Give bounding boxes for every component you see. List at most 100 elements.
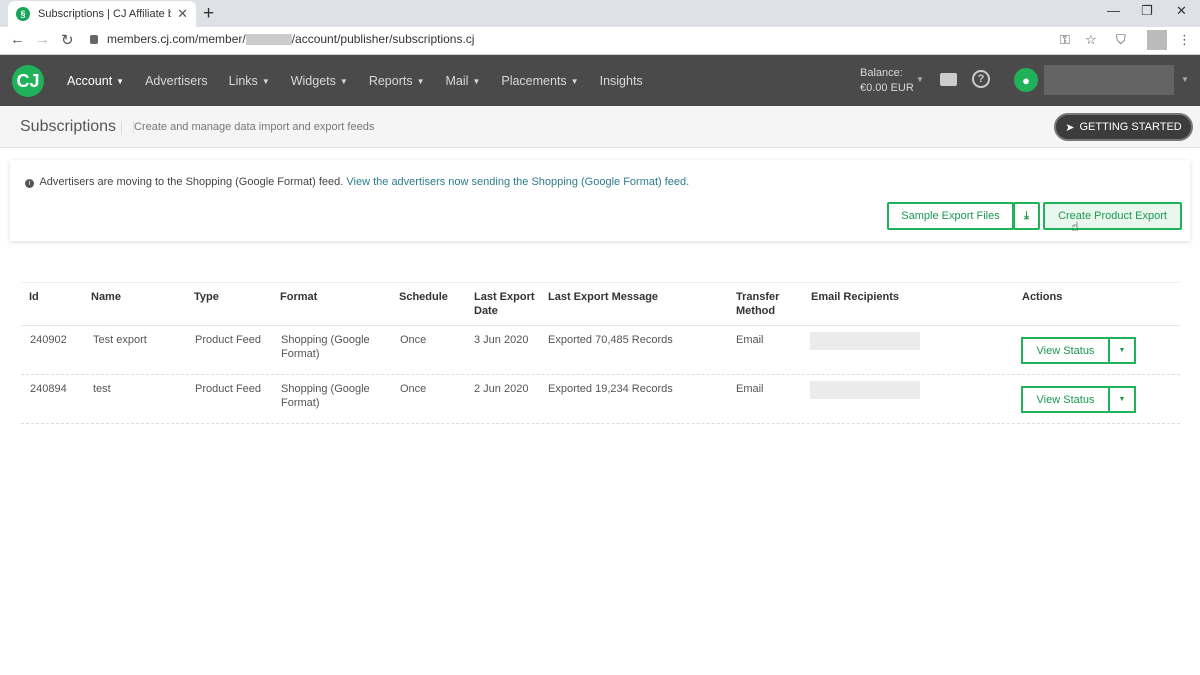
cell-message: Exported 19,234 Records: [548, 383, 673, 395]
balance-value: €0.00 EUR: [860, 82, 914, 94]
download-button[interactable]: ⤓: [1013, 202, 1040, 230]
balance-label: Balance:: [860, 67, 903, 79]
new-tab-icon[interactable]: +: [203, 3, 214, 25]
sample-export-files-button[interactable]: Sample Export Files: [887, 202, 1014, 230]
back-icon[interactable]: ←: [10, 31, 25, 48]
menu-mail-label: Mail: [445, 73, 469, 88]
cell-name: test: [93, 383, 111, 395]
redacted-email: [810, 332, 920, 350]
star-icon[interactable]: ☆: [1085, 32, 1097, 48]
table-header: Id Name Type Format Schedule Last Export…: [21, 282, 1180, 326]
profile-avatar[interactable]: [1147, 30, 1167, 50]
actions-dropdown-icon[interactable]: ▼: [1110, 386, 1136, 413]
cell-type: Product Feed: [195, 334, 262, 346]
cj-favicon-icon: §: [16, 7, 30, 21]
cell-format: Shopping (Google Format): [281, 383, 370, 409]
mouse-cursor-icon: ☝: [1071, 219, 1079, 234]
menu-widgets-label: Widgets: [290, 73, 336, 88]
col-schedule: Schedule: [399, 291, 448, 303]
redacted-email: [810, 381, 920, 399]
kebab-menu-icon[interactable]: ⋮: [1178, 32, 1191, 48]
browser-tabstrip: § Subscriptions | CJ Affiliate by Con ✕ …: [0, 0, 1200, 27]
balance-caret-icon[interactable]: ▼: [916, 75, 924, 84]
menu-placements-label: Placements: [501, 73, 567, 88]
mail-icon[interactable]: [940, 73, 957, 86]
minimize-icon[interactable]: —: [1107, 3, 1120, 18]
user-icon[interactable]: ●: [1014, 68, 1038, 92]
menu-advertisers-label: Advertisers: [145, 73, 208, 88]
menu-reports-label: Reports: [368, 73, 413, 88]
col-type: Type: [194, 291, 219, 303]
main-menu: Account ▼ Advertisers Links ▼ Widgets ▼ Rep…: [67, 55, 664, 106]
cell-name: Test export: [93, 334, 147, 346]
tab-title: Subscriptions | CJ Affiliate by Con: [38, 8, 172, 20]
address-bar: ← → ↻ members.cj.com/member/ /account/pub…: [0, 27, 1200, 55]
col-last-export-message: Last Export Message: [548, 291, 659, 303]
cell-type: Product Feed: [195, 383, 262, 395]
menu-links[interactable]: Links ▼: [229, 74, 270, 88]
menu-placements[interactable]: Placements ▼: [501, 74, 578, 88]
caret-down-icon: ▼: [472, 76, 481, 86]
help-icon[interactable]: ?: [972, 70, 990, 88]
cell-message: Exported 70,485 Records: [548, 334, 673, 346]
col-last-export-date: Last Export Date: [474, 291, 535, 317]
caret-down-icon: ▼: [570, 76, 579, 86]
cell-id: 240902: [30, 334, 67, 346]
lock-icon: [90, 35, 98, 44]
restore-icon[interactable]: ❐: [1141, 3, 1153, 19]
menu-account[interactable]: Account ▼: [67, 74, 124, 88]
row-actions: View Status ▼: [1021, 337, 1136, 364]
col-format: Format: [280, 291, 318, 303]
view-status-button[interactable]: View Status: [1021, 337, 1110, 364]
header-divider: [121, 121, 122, 135]
reload-icon[interactable]: ↻: [61, 31, 74, 49]
menu-insights[interactable]: Insights: [600, 74, 643, 88]
cj-logo[interactable]: CJ: [12, 65, 44, 97]
menu-reports[interactable]: Reports ▼: [369, 74, 425, 88]
browser-tab[interactable]: § Subscriptions | CJ Affiliate by Con ✕: [8, 1, 196, 27]
menu-mail[interactable]: Mail ▼: [446, 74, 481, 88]
key-icon[interactable]: ⚿: [1060, 32, 1070, 48]
url-suffix: /account/publisher/subscriptions.cj: [291, 32, 475, 46]
caret-down-icon: ▼: [261, 76, 270, 86]
cell-schedule: Once: [400, 334, 427, 346]
download-icon: ⤓: [1024, 209, 1029, 222]
cell-schedule: Once: [400, 383, 427, 395]
page-subtitle: Create and manage data import and export…: [133, 121, 375, 133]
cell-id: 240894: [30, 383, 67, 395]
col-email-recipients: Email Recipients: [811, 291, 900, 303]
page-header: Subscriptions Create and manage data imp…: [0, 106, 1200, 148]
info-icon: i: [25, 179, 34, 188]
menu-advertisers[interactable]: Advertisers: [145, 74, 208, 88]
col-name: Name: [91, 291, 121, 303]
redacted-user-name[interactable]: [1044, 65, 1174, 95]
table-row: 240902 Test export Product Feed Shopping…: [21, 326, 1180, 375]
cell-transfer: Email: [736, 383, 764, 395]
menu-widgets[interactable]: Widgets ▼: [291, 74, 348, 88]
col-transfer-method: Transfer Method: [736, 291, 780, 317]
user-caret-icon[interactable]: ▼: [1181, 75, 1189, 84]
close-tab-icon[interactable]: ✕: [177, 6, 188, 22]
forward-icon[interactable]: →: [35, 31, 50, 48]
notice-panel: i Advertisers are moving to the Shopping…: [10, 160, 1190, 241]
menu-links-label: Links: [228, 73, 258, 88]
balance-dropdown[interactable]: Balance: €0.00 EUR: [860, 66, 914, 96]
getting-started-label: GETTING STARTED: [1079, 121, 1182, 133]
url-field[interactable]: members.cj.com/member/ /account/publisher…: [90, 32, 474, 46]
col-actions: Actions: [1022, 291, 1063, 303]
col-id: Id: [29, 291, 39, 303]
close-window-icon[interactable]: ✕: [1176, 3, 1187, 19]
actions-dropdown-icon[interactable]: ▼: [1110, 337, 1136, 364]
getting-started-button[interactable]: ➤ GETTING STARTED: [1054, 113, 1193, 141]
notice-message: Advertisers are moving to the Shopping (…: [39, 176, 344, 188]
row-actions: View Status ▼: [1021, 386, 1136, 413]
cell-date: 3 Jun 2020: [474, 334, 529, 346]
redacted-member-id: [245, 34, 292, 46]
subscriptions-table: Id Name Type Format Schedule Last Export…: [21, 282, 1180, 424]
notice-link[interactable]: View the advertisers now sending the Sho…: [346, 176, 689, 188]
url-prefix: members.cj.com/member/: [107, 32, 246, 46]
create-product-export-button[interactable]: Create Product Export: [1043, 202, 1182, 230]
menu-insights-label: Insights: [599, 73, 643, 88]
view-status-button[interactable]: View Status: [1021, 386, 1110, 413]
shield-icon[interactable]: ⛉: [1116, 32, 1126, 48]
